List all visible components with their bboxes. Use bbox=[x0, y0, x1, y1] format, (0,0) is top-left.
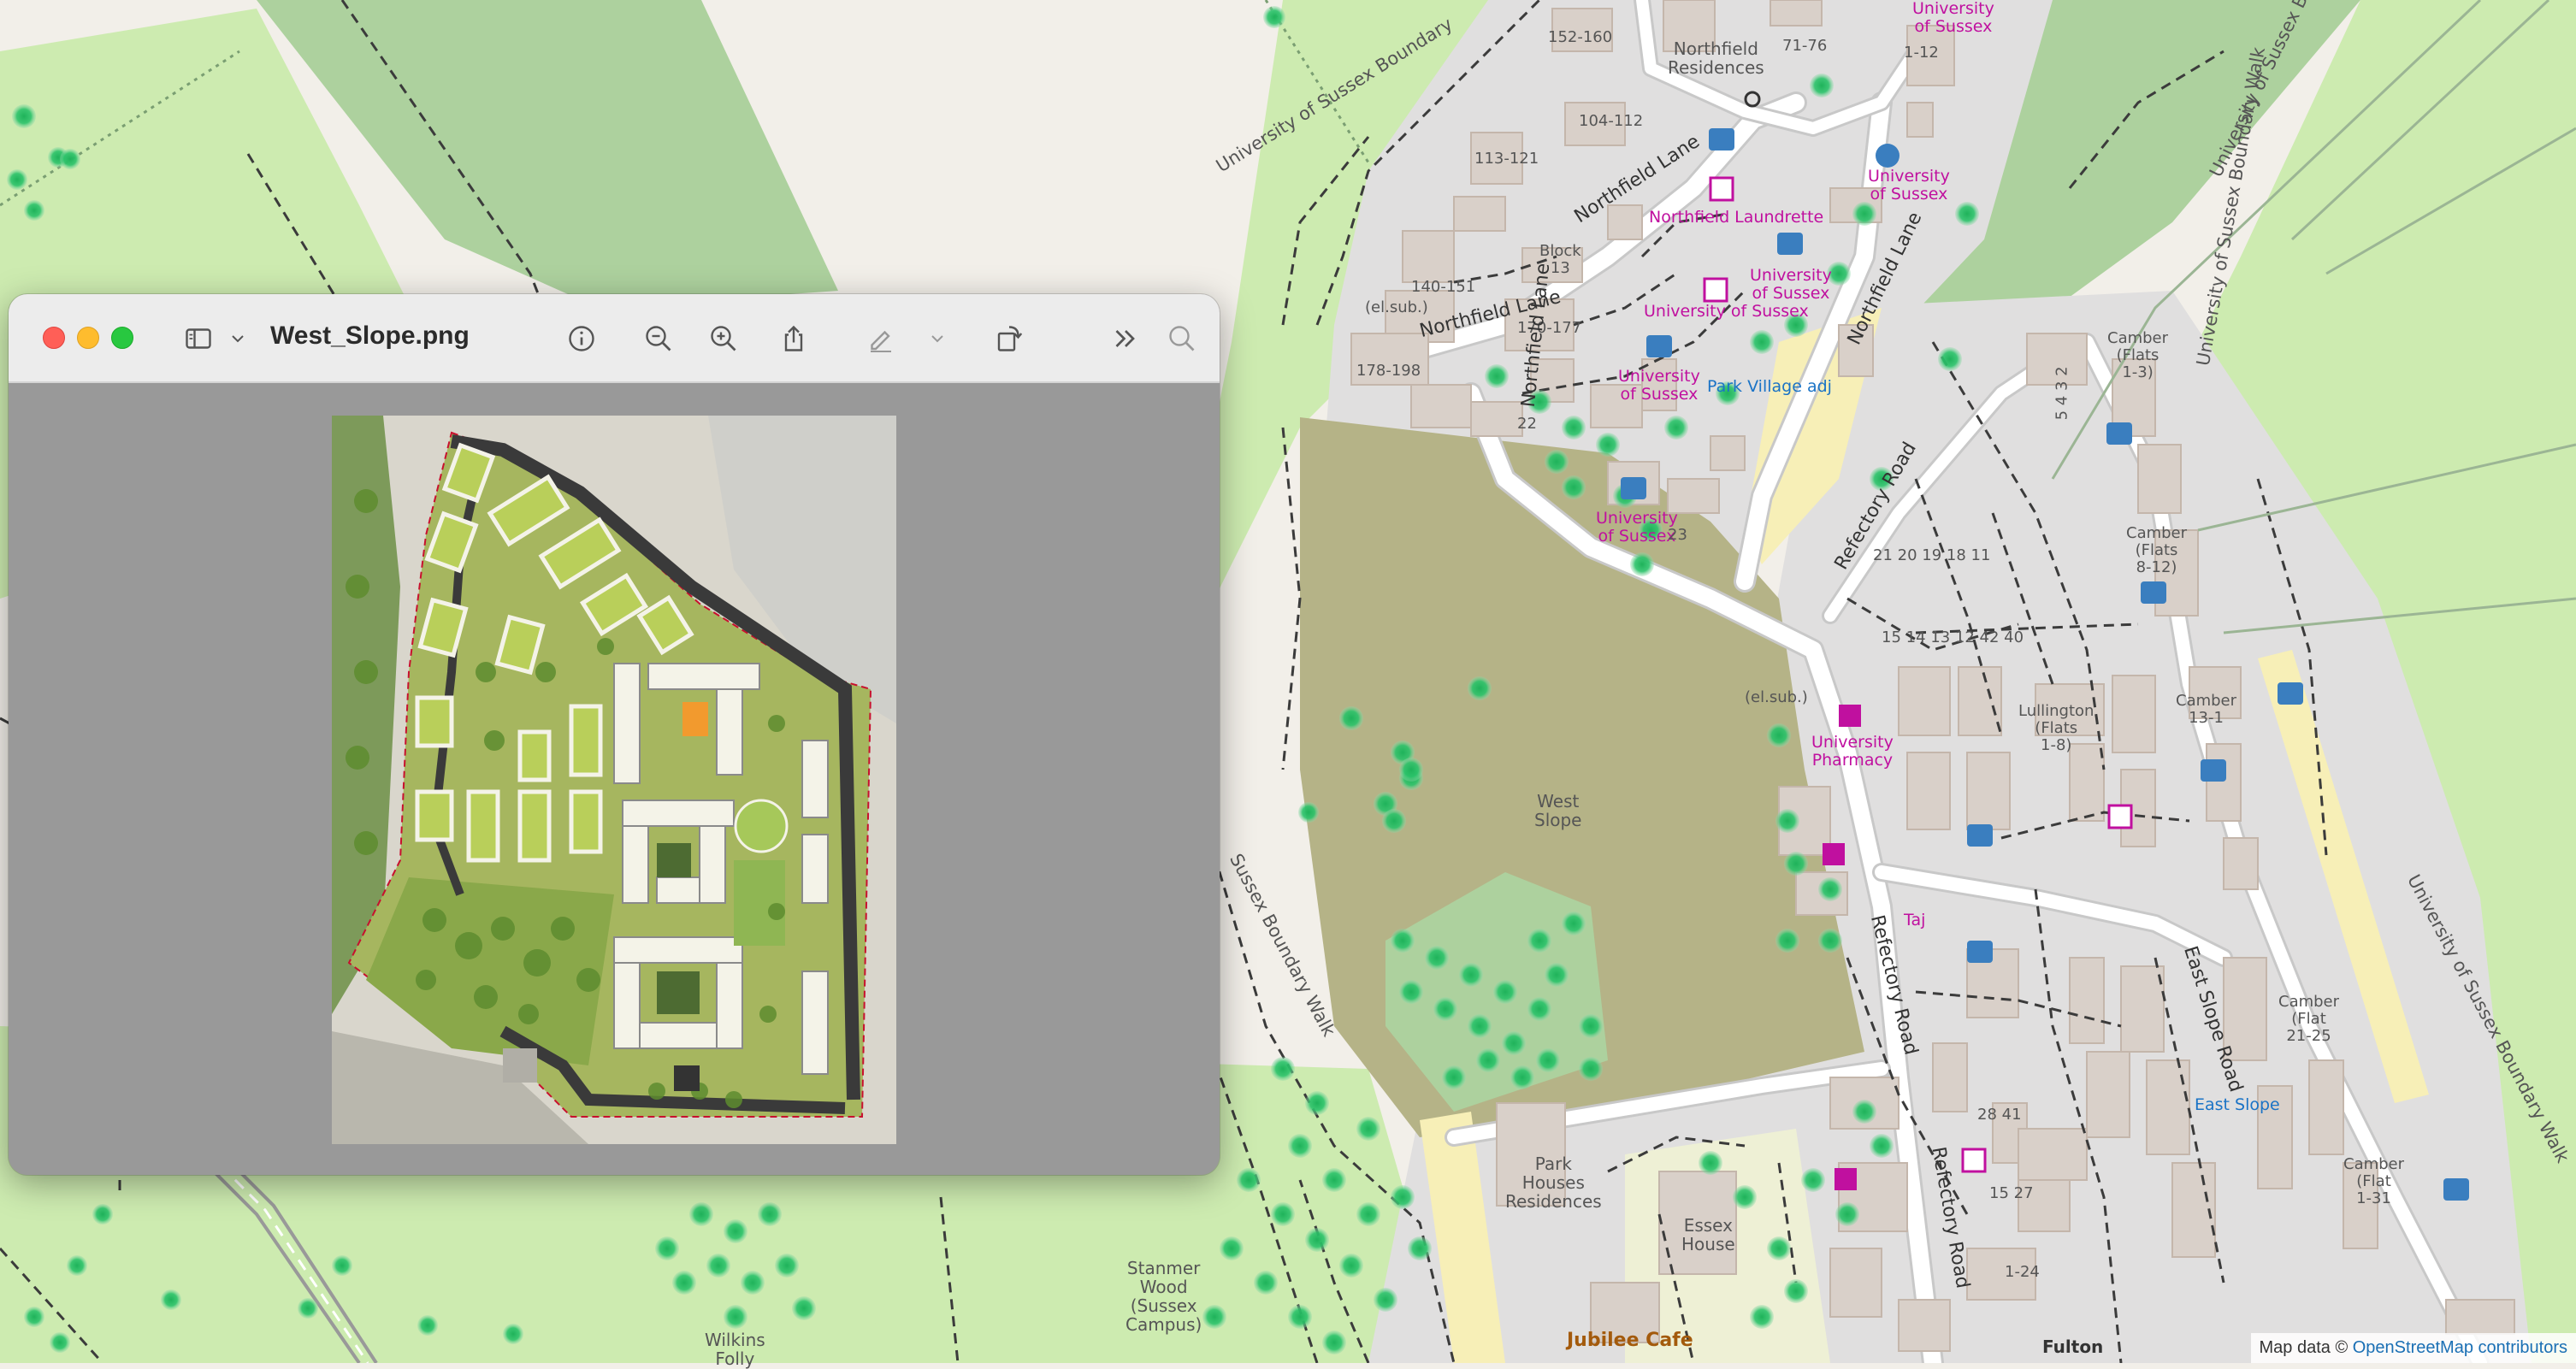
label-15-27: 15 27 bbox=[1989, 1185, 2034, 1202]
label-23: 23 bbox=[1668, 527, 1687, 544]
label-28-41: 28 41 bbox=[1977, 1106, 2022, 1124]
label-140-151: 140-151 bbox=[1411, 279, 1475, 296]
label-university-6: University of Sussex bbox=[1596, 510, 1678, 546]
label-numbers-1: 5 4 3 2 bbox=[2054, 366, 2071, 420]
sidebar-icon[interactable] bbox=[181, 322, 216, 356]
attribution-text: Map data © bbox=[2260, 1338, 2353, 1357]
label-elsub-1: (el.sub.) bbox=[1365, 299, 1428, 316]
label-camber-5: Camber (Flat 1-31 bbox=[2343, 1156, 2404, 1207]
markup-icon[interactable] bbox=[864, 322, 898, 356]
window-title: West_Slope.png bbox=[270, 322, 470, 351]
share-icon[interactable] bbox=[777, 322, 811, 356]
label-camber-1: Camber (Flats 1-3) bbox=[2107, 330, 2168, 381]
label-taj: Taj bbox=[1904, 912, 1925, 929]
label-178-198: 178-198 bbox=[1356, 363, 1421, 380]
search-icon[interactable] bbox=[1165, 322, 1199, 356]
label-park-houses: Park Houses Residences bbox=[1505, 1154, 1602, 1211]
label-university-pharmacy: University Pharmacy bbox=[1811, 734, 1894, 770]
preview-window[interactable]: West_Slope.png bbox=[9, 294, 1220, 1175]
rotate-icon[interactable] bbox=[992, 322, 1026, 356]
label-university-5: University of Sussex bbox=[1618, 368, 1700, 404]
label-152-160: 152-160 bbox=[1548, 29, 1612, 46]
label-camber-3: Camber 13-1 bbox=[2176, 693, 2236, 727]
label-jubilee-cafe: Jubilee Cafe bbox=[1567, 1331, 1693, 1351]
preview-content[interactable] bbox=[9, 383, 1220, 1175]
site-plan-image bbox=[332, 416, 896, 1144]
label-camber-4: Camber (Flat 21-25 bbox=[2278, 994, 2339, 1044]
label-104-112: 104-112 bbox=[1579, 113, 1643, 130]
label-park-village: Park Village adj bbox=[1707, 378, 1832, 396]
label-essex-house: Essex House bbox=[1681, 1216, 1735, 1254]
osm-contributors-link[interactable]: OpenStreetMap contributors bbox=[2353, 1338, 2567, 1357]
label-numbers-2: 15 14 13 12 42 40 bbox=[1882, 629, 2024, 646]
zoom-button[interactable] bbox=[111, 327, 133, 349]
label-elsub-2: (el.sub.) bbox=[1745, 689, 1808, 706]
zoom-in-icon[interactable] bbox=[706, 322, 741, 356]
label-university-4: University of Sussex bbox=[1644, 303, 1809, 321]
label-wilkins-folly: Wilkins Folly bbox=[705, 1331, 765, 1368]
window-toolbar: West_Slope.png bbox=[9, 294, 1220, 383]
label-numbers-3: 21 20 19 18 11 bbox=[1873, 547, 1990, 564]
label-west-slope: West Slope bbox=[1534, 792, 1582, 829]
markup-chevron-down-icon[interactable] bbox=[927, 322, 948, 356]
more-icon[interactable] bbox=[1108, 322, 1143, 356]
label-northfield-residences: Northfield Residences bbox=[1668, 39, 1764, 77]
chevron-down-icon[interactable] bbox=[227, 322, 248, 356]
label-fulton: Fulton bbox=[2042, 1337, 2103, 1356]
label-lullington: Lullington (Flats 1-8) bbox=[2018, 703, 2094, 753]
close-button[interactable] bbox=[43, 327, 65, 349]
label-university-2: University of Sussex bbox=[1868, 168, 1950, 204]
label-university-1: University of Sussex bbox=[1912, 0, 1994, 36]
label-1-12: 1-12 bbox=[1904, 44, 1939, 62]
map-attribution: Map data © OpenStreetMap contributors bbox=[2251, 1333, 2576, 1363]
label-1-24: 1-24 bbox=[2005, 1264, 2040, 1281]
zoom-out-icon[interactable] bbox=[641, 322, 676, 356]
label-camber-2: Camber (Flats 8-12) bbox=[2126, 525, 2187, 575]
info-icon[interactable] bbox=[564, 322, 599, 356]
label-northfield-laundrette: Northfield Laundrette bbox=[1649, 209, 1823, 227]
label-71-76: 71-76 bbox=[1782, 38, 1827, 55]
label-east-slope: East Slope bbox=[2195, 1096, 2280, 1114]
label-22: 22 bbox=[1517, 416, 1537, 433]
label-university-3: University of Sussex bbox=[1750, 267, 1832, 303]
label-stanmer-wood: Stanmer Wood (Sussex Campus) bbox=[1126, 1259, 1202, 1334]
minimize-button[interactable] bbox=[77, 327, 99, 349]
label-113-121: 113-121 bbox=[1474, 150, 1539, 168]
